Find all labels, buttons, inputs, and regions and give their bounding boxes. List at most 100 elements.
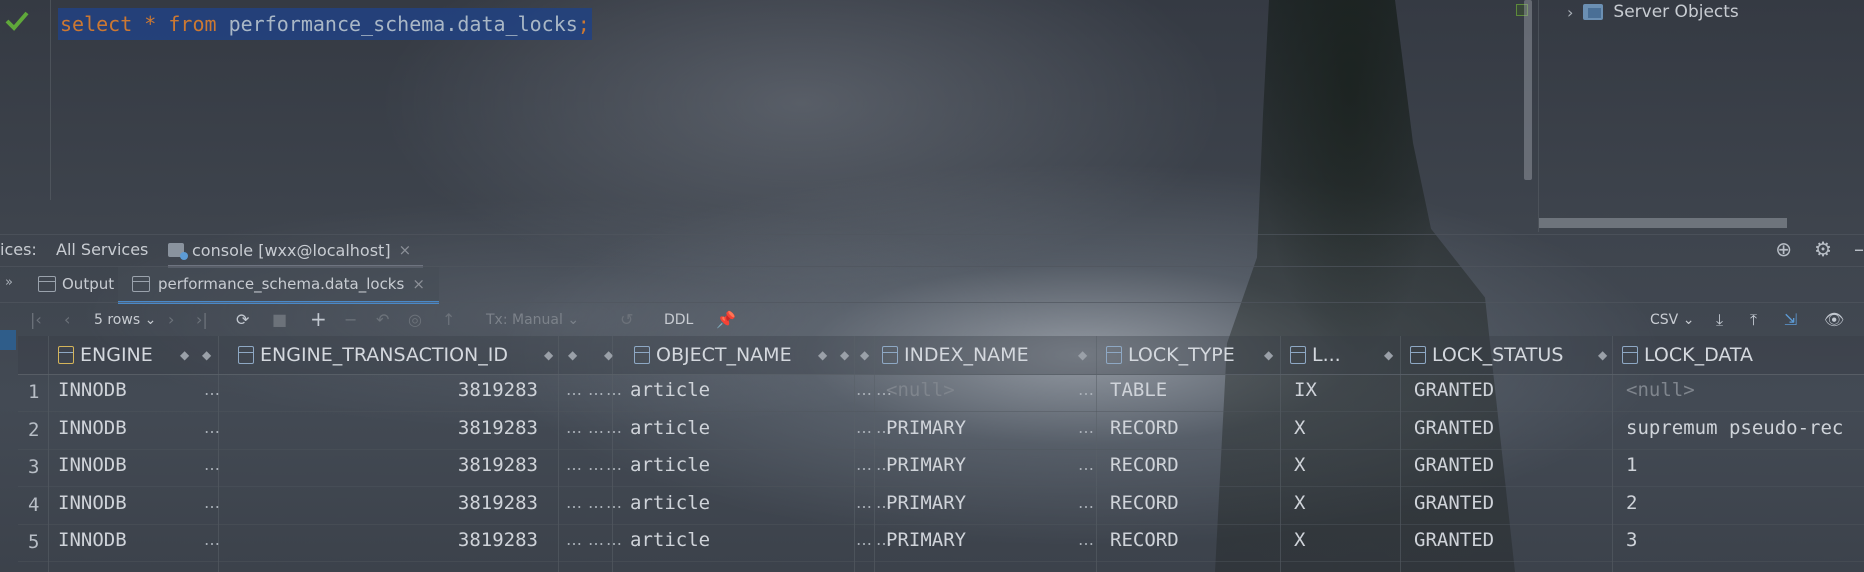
truncated-cell-icon[interactable]: …	[606, 455, 622, 474]
cell-type[interactable]: RECORD	[1110, 492, 1179, 514]
column-header-object-name[interactable]: OBJECT_NAME	[634, 336, 792, 374]
cell-trx[interactable]: 3819283	[458, 417, 538, 439]
sort-icon[interactable]: ◆	[860, 348, 869, 362]
sql-editor[interactable]: select * from performance_schema.data_lo…	[0, 0, 1536, 200]
truncated-cell-icon[interactable]: …	[606, 418, 622, 437]
sql-statement[interactable]: select * from performance_schema.data_lo…	[58, 8, 592, 40]
truncated-cell-icon[interactable]: …	[856, 455, 872, 474]
cell-index[interactable]: PRIMARY	[886, 454, 966, 476]
cell-status[interactable]: GRANTED	[1414, 529, 1494, 551]
cell-type[interactable]: RECORD	[1110, 417, 1179, 439]
truncated-cell-icon[interactable]: …	[856, 493, 872, 512]
cell-engine[interactable]: INNODB	[58, 417, 127, 439]
cell-mode[interactable]: IX	[1294, 379, 1317, 401]
tab-output[interactable]: Output	[38, 267, 114, 301]
sort-icon[interactable]: ◆	[818, 348, 827, 362]
sort-icon[interactable]: ◆	[180, 348, 189, 362]
tx-mode-selector[interactable]: Tx: Manual ⌄	[486, 312, 579, 328]
truncated-cell-icon[interactable]: …	[606, 530, 622, 549]
cell-index[interactable]: PRIMARY	[886, 529, 966, 551]
cell-type[interactable]: TABLE	[1110, 379, 1167, 401]
truncated-cell-icon[interactable]: …	[606, 380, 622, 399]
truncated-cell-icon[interactable]: …	[204, 455, 220, 474]
compare-icon[interactable]: ⇲	[1784, 310, 1797, 329]
sort-icon[interactable]: ◆	[1598, 348, 1607, 362]
cell-index[interactable]: PRIMARY	[886, 417, 966, 439]
table-row[interactable]: 5 INNODB… 3819283……… article…… PRIMARY… RECOR…	[18, 524, 1864, 562]
close-icon[interactable]: ×	[412, 275, 425, 293]
upload-icon[interactable]: ⤒	[1750, 310, 1757, 330]
console-tab[interactable]: console [wxx@localhost] ×	[168, 235, 424, 268]
cell-mode[interactable]: X	[1294, 529, 1305, 551]
export-format-selector[interactable]: CSV ⌄	[1650, 312, 1694, 328]
pin-icon[interactable]: 📌	[716, 310, 736, 329]
cell-status[interactable]: GRANTED	[1414, 379, 1494, 401]
cell-engine[interactable]: INNODB	[58, 379, 127, 401]
next-page-icon[interactable]: ›	[168, 310, 174, 329]
last-page-icon[interactable]: ›|	[196, 310, 208, 329]
stop-icon[interactable]: ■	[272, 310, 287, 329]
cell-status[interactable]: GRANTED	[1414, 417, 1494, 439]
cell-status[interactable]: GRANTED	[1414, 454, 1494, 476]
cell-mode[interactable]: X	[1294, 454, 1305, 476]
truncated-cell-icon[interactable]: …	[204, 418, 220, 437]
column-header-index-name[interactable]: INDEX_NAME	[882, 336, 1029, 374]
cell-object[interactable]: article	[630, 417, 710, 439]
truncated-cell-icon[interactable]: …	[1078, 418, 1094, 437]
chevron-right-icon[interactable]: ›	[1567, 3, 1573, 22]
sort-icon[interactable]: ◆	[1384, 348, 1393, 362]
cell-trx[interactable]: 3819283	[458, 529, 538, 551]
preview-icon[interactable]: ◎	[408, 310, 422, 329]
sort-icon[interactable]: ◆	[840, 348, 849, 362]
sort-icon[interactable]: ◆	[544, 348, 553, 362]
crosshair-icon[interactable]: ⊕	[1775, 237, 1792, 261]
minimize-icon[interactable]: –	[1854, 237, 1864, 261]
truncated-cell-icon[interactable]: …	[1078, 530, 1094, 549]
add-row-icon[interactable]: +	[310, 307, 327, 331]
truncated-cell-icon[interactable]: …	[566, 380, 582, 399]
cell-data[interactable]: 2	[1626, 492, 1637, 514]
truncated-cell-icon[interactable]: …	[566, 455, 582, 474]
cell-trx[interactable]: 3819283	[458, 454, 538, 476]
truncated-cell-icon[interactable]: …	[856, 530, 872, 549]
cell-data[interactable]: <null>	[1626, 379, 1695, 401]
table-row[interactable]: 1 INNODB… 3819283……… article…… <null>… TABLE I…	[18, 374, 1864, 412]
cell-type[interactable]: RECORD	[1110, 529, 1179, 551]
more-tabs-icon[interactable]: »	[5, 275, 13, 290]
truncated-cell-icon[interactable]: …	[1078, 493, 1094, 512]
tree-scrollbar[interactable]	[1539, 218, 1787, 228]
sort-icon[interactable]: ◆	[1078, 348, 1087, 362]
view-icon[interactable]: 👁	[1824, 310, 1844, 329]
submit-icon[interactable]: ↑	[442, 310, 455, 329]
column-header-lock-mode[interactable]: L...	[1290, 336, 1341, 374]
cell-engine[interactable]: INNODB	[58, 454, 127, 476]
truncated-cell-icon[interactable]: …	[606, 493, 622, 512]
truncated-cell-icon[interactable]: …	[566, 493, 582, 512]
tab-data-locks[interactable]: performance_schema.data_locks ×	[118, 267, 439, 304]
truncated-cell-icon[interactable]: …	[588, 493, 604, 512]
tree-item-server-objects[interactable]: › Server Objects	[1567, 0, 1739, 24]
truncated-cell-icon[interactable]: …	[856, 418, 872, 437]
column-header-lock-data[interactable]: LOCK_DATA	[1622, 336, 1753, 374]
column-header-engine-transaction-id[interactable]: ENGINE_TRANSACTION_ID	[238, 336, 508, 374]
gear-icon[interactable]: ⚙	[1814, 237, 1832, 261]
table-row[interactable]: 2 INNODB… 3819283……… article…… PRIMARY… RECOR…	[18, 412, 1864, 450]
prev-page-icon[interactable]: ‹	[64, 310, 70, 329]
column-header-engine[interactable]: ENGINE	[58, 336, 153, 374]
cell-object[interactable]: article	[630, 492, 710, 514]
cell-index[interactable]: <null>	[886, 379, 955, 401]
cell-mode[interactable]: X	[1294, 417, 1305, 439]
close-icon[interactable]: ×	[399, 241, 412, 259]
refresh-icon[interactable]: ⟳	[236, 310, 249, 329]
rollback-icon[interactable]: ↺	[620, 310, 633, 329]
download-icon[interactable]: ⤓	[1716, 310, 1723, 330]
editor-scrollbar[interactable]	[1524, 0, 1532, 180]
truncated-cell-icon[interactable]: …	[588, 380, 604, 399]
truncated-cell-icon[interactable]: …	[204, 493, 220, 512]
sort-icon[interactable]: ◆	[202, 348, 211, 362]
cell-engine[interactable]: INNODB	[58, 492, 127, 514]
truncated-cell-icon[interactable]: …	[204, 380, 220, 399]
cell-data[interactable]: supremum pseudo-rec	[1626, 417, 1843, 439]
cell-data[interactable]: 1	[1626, 454, 1637, 476]
cell-status[interactable]: GRANTED	[1414, 492, 1494, 514]
